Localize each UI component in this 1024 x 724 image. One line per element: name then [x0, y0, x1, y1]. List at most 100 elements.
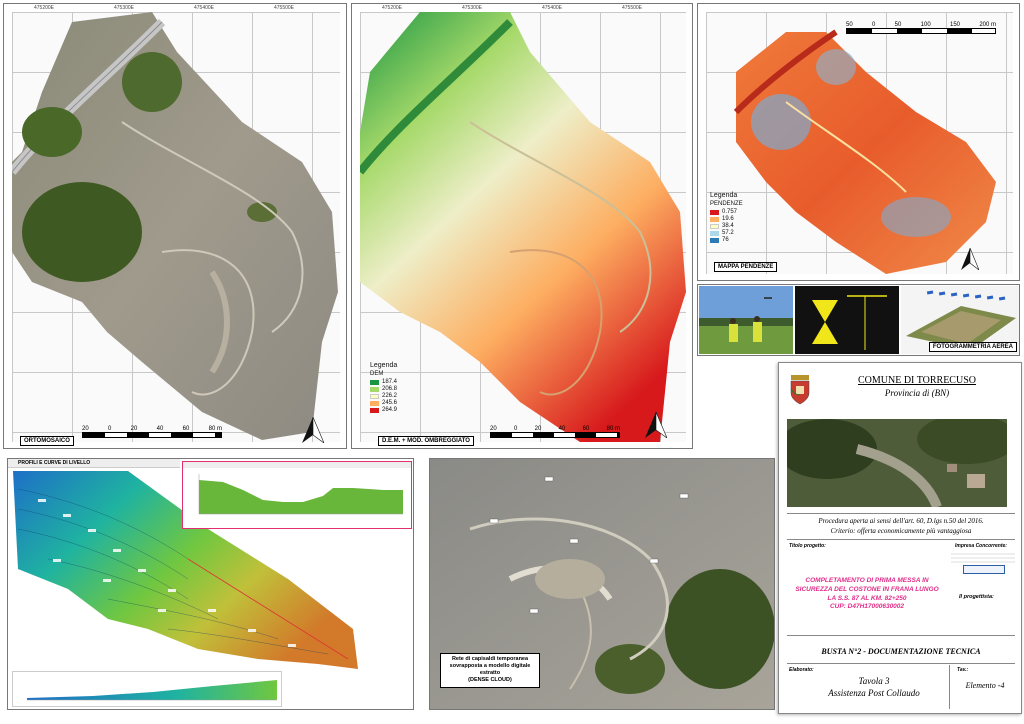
scale-label: 0 — [514, 426, 518, 432]
divider — [787, 539, 1015, 540]
aerial-label: FOTOGRAMMETRIA AEREA — [928, 342, 1017, 352]
divider — [949, 665, 950, 709]
dem-panel: Legenda DEM 187.4 206.8 226.2 245.6 264.… — [351, 3, 693, 449]
scale-label: 40 — [558, 426, 566, 432]
aerial-model-view: FOTOGRAMMETRIA AEREA — [901, 286, 1019, 354]
province-name: Provincia di (BN) — [884, 388, 950, 398]
company-logo-box — [951, 551, 1015, 574]
orthomosaic-map: ORTOMOSAICO 20 0 20 40 60 80 m — [12, 12, 340, 446]
legend-item: 0.757 — [710, 209, 743, 215]
element-number: Elemento -4 — [965, 681, 1005, 690]
legend-item: 206.8 — [370, 386, 397, 392]
x-tick: 475300E — [114, 5, 135, 11]
project-line: CUP: D47H17000630002 — [829, 603, 905, 611]
scale-label: 20 — [534, 426, 542, 432]
aerial-panel: FOTOGRAMMETRIA AEREA — [697, 284, 1020, 356]
scale-label: 20 — [490, 426, 497, 432]
coat-of-arms-icon — [790, 375, 810, 405]
legend-item: 187.4 — [370, 379, 397, 385]
title-block: COMUNE DI TORRECUSO Provincia di (BN) Pr… — [778, 362, 1022, 714]
divider — [787, 513, 1015, 514]
profiles-panel: PROFILI E CURVE DI LIVELLO — [7, 458, 414, 710]
legend-item: 245.6 — [370, 400, 397, 406]
legend-item: 76 — [710, 237, 743, 243]
x-tick: 475200E — [34, 5, 55, 11]
scale-label: 80 m — [208, 426, 222, 432]
tav-label: Tav.: — [957, 667, 969, 673]
legend-title: Legenda — [370, 362, 398, 369]
profile-chart-top — [183, 462, 411, 515]
slope-scale-bar: 50 0 50 100 150 200 m — [846, 22, 996, 34]
dem-map: Legenda DEM 187.4 206.8 226.2 245.6 264.… — [360, 12, 686, 446]
slope-label: MAPPA PENDENZE — [714, 262, 778, 272]
legend-title: Legenda — [710, 192, 738, 199]
profile-inset-bottom — [12, 671, 282, 707]
legend-item: 264.9 — [370, 407, 397, 413]
dem-scale-bar: 20 0 20 40 60 80 m — [490, 426, 620, 438]
project-line: COMPLETAMENTO DI PRIMA MESSA IN — [805, 577, 929, 584]
scale-label: 20 — [130, 426, 138, 432]
legend-item: 19.6 — [710, 216, 743, 222]
slope-legend: Legenda PENDENZE 0.757 19.6 38.4 57.2 76 — [710, 192, 743, 244]
divider — [787, 635, 1015, 636]
project-label: Titolo progetto: — [789, 543, 826, 549]
dem-label: D.E.M. + MOD. OMBREGGIATO — [378, 436, 474, 446]
north-arrow-icon — [961, 248, 979, 270]
legend-item: 38.4 — [710, 223, 743, 229]
dem-legend: Legenda DEM 187.4 206.8 226.2 245.6 264.… — [370, 362, 397, 414]
orthomosaic-image — [12, 12, 338, 440]
scale-label: 100 — [920, 22, 931, 28]
tavola-number: Tavola 3 — [858, 676, 890, 686]
legend-subtitle: DEM — [370, 371, 384, 377]
slope-panel: 50 0 50 100 150 200 m Legenda PENDENZE 0… — [697, 3, 1020, 281]
project-title: COMPLETAMENTO DI PRIMA MESSA IN SICUREZZ… — [787, 577, 947, 612]
dem-image — [360, 12, 686, 442]
tavola-subtitle: Assistenza Post Collaudo — [828, 688, 920, 698]
x-tick: 475500E — [274, 5, 295, 11]
scale-label: 60 — [182, 426, 190, 432]
caption-line: sovrapposta a modello digitale estratto — [449, 663, 531, 677]
caption-line: Rete di capisaldi temporanea — [451, 656, 529, 662]
scale-label: 0 — [872, 22, 876, 28]
orthomosaic-panel: ORTOMOSAICO 20 0 20 40 60 80 m 475200E 4… — [3, 3, 347, 449]
field-photo — [699, 286, 793, 354]
orthomosaic-scale-bar: 20 0 20 40 60 80 m — [82, 426, 222, 438]
dense-cloud-panel: Rete di capisaldi temporanea sovrapposta… — [429, 458, 775, 710]
north-arrow-icon — [302, 417, 324, 443]
legend-item: 57.2 — [710, 230, 743, 236]
slope-map: 50 0 50 100 150 200 m Legenda PENDENZE 0… — [706, 12, 1013, 274]
scale-label: 50 — [894, 22, 902, 28]
site-aerial-photo — [787, 419, 1007, 507]
x-tick: 475200E — [382, 5, 403, 11]
x-tick: 475400E — [542, 5, 563, 11]
procedure-line-2: Criterio: offerta economicamente più van… — [830, 527, 972, 535]
company-label: Impresa Concorrente: — [955, 543, 1007, 549]
designer-label: Il progettista: — [959, 594, 994, 600]
scale-label: 200 m — [979, 22, 996, 28]
caption-line: (DENSE CLOUD) — [468, 677, 512, 684]
target-marker-photo — [795, 286, 899, 354]
scale-label: 50 — [846, 22, 853, 28]
orthomosaic-label: ORTOMOSAICO — [20, 436, 74, 446]
scale-label: 0 — [108, 426, 112, 432]
elaborate-label: Elaborato: — [789, 667, 814, 673]
profile-inset-top — [182, 461, 412, 529]
scale-label: 150 — [949, 22, 960, 28]
divider — [787, 663, 1015, 664]
project-line: LA S.S. 87 AL KM. 82+250 — [827, 594, 907, 602]
project-line: SICUREZZA DEL COSTONE IN FRANA LUNGO — [795, 585, 939, 593]
slope-image — [733, 29, 996, 274]
profile-chart-bottom — [27, 680, 277, 701]
scale-label: 80 m — [606, 426, 620, 432]
scale-label: 40 — [156, 426, 164, 432]
envelope-title: BUSTA N°2 - DOCUMENTAZIONE TECNICA — [821, 647, 981, 656]
dense-cloud-caption: Rete di capisaldi temporanea sovrapposta… — [440, 653, 540, 688]
municipality-name: COMUNE DI TORRECUSO — [858, 375, 976, 386]
scale-label: 60 — [582, 426, 590, 432]
north-arrow-icon — [645, 412, 667, 438]
x-tick: 475500E — [622, 5, 643, 11]
x-tick: 475400E — [194, 5, 215, 11]
scale-label: 20 — [82, 426, 89, 432]
procedure-line-1: Procedura aperta ai sensi dell'art. 60, … — [818, 517, 984, 525]
x-tick: 475300E — [462, 5, 483, 11]
